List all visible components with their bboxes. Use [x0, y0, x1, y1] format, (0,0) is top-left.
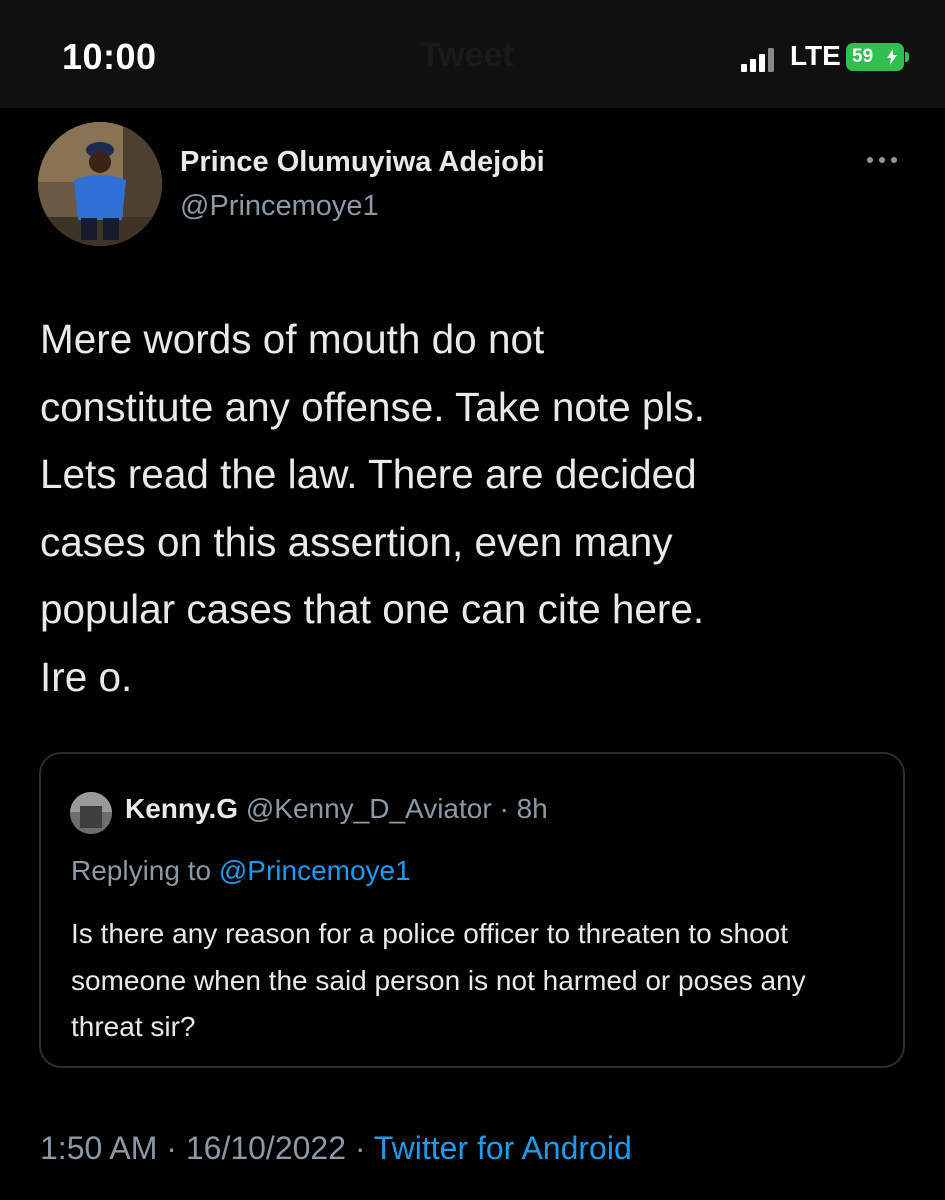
- quote-author-name[interactable]: Kenny.G: [125, 793, 238, 824]
- author-name[interactable]: Prince Olumuyiwa Adejobi: [180, 146, 545, 179]
- battery-level: 59: [852, 46, 874, 67]
- meta-separator: ·: [354, 1130, 366, 1166]
- network-label: LTE: [790, 40, 841, 71]
- tweet-date: 16/10/2022: [185, 1130, 346, 1166]
- quote-time: 8h: [516, 793, 548, 824]
- avatar[interactable]: [38, 122, 162, 246]
- replying-label: Replying to: [71, 855, 219, 886]
- background-title: Tweet: [420, 36, 514, 74]
- bolt-icon: [887, 49, 897, 65]
- tweet-time: 1:50 AM: [40, 1130, 158, 1166]
- quote-header: Kenny.G @Kenny_D_Aviator · 8h: [125, 793, 548, 825]
- status-bar: 10:00 Tweet LTE 59: [0, 0, 945, 108]
- signal-bars-icon: [741, 48, 777, 72]
- battery-nub: [905, 52, 909, 62]
- tweet-text: Mere words of mouth do not constitute an…: [40, 316, 705, 700]
- more-horizontal-icon[interactable]: [862, 140, 902, 180]
- status-time: 10:00: [62, 36, 157, 77]
- author-handle[interactable]: @Princemoye1: [180, 190, 379, 223]
- replying-to: Replying to @Princemoye1: [71, 855, 411, 887]
- quote-avatar[interactable]: [70, 792, 112, 834]
- avatar-photo: [38, 122, 162, 246]
- quote-author-handle[interactable]: @Kenny_D_Aviator: [246, 793, 492, 824]
- quote-tweet-card[interactable]: Kenny.G @Kenny_D_Aviator · 8h Replying t…: [39, 752, 905, 1068]
- battery-indicator: 59: [846, 43, 904, 71]
- quote-separator: ·: [499, 793, 509, 824]
- tweet-source-link[interactable]: Twitter for Android: [374, 1130, 632, 1166]
- quote-text: Is there any reason for a police officer…: [71, 918, 806, 1042]
- meta-separator: ·: [166, 1130, 177, 1166]
- quote-avatar-photo: [70, 792, 112, 834]
- replying-mention[interactable]: @Princemoye1: [219, 855, 411, 886]
- tweet-meta: 1:50 AM · 16/10/2022 · Twitter for Andro…: [40, 1130, 632, 1167]
